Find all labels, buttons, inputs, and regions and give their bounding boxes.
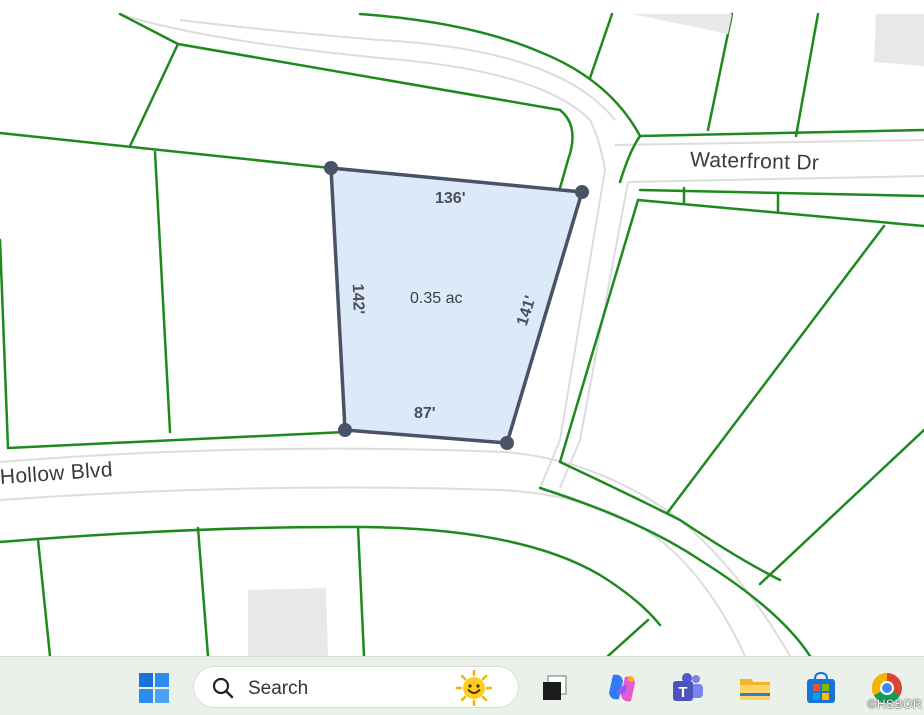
dimension-south: 87' (414, 405, 436, 422)
copilot-icon[interactable] (605, 671, 639, 705)
dimension-west: 142' (348, 283, 367, 315)
microsoft-store-icon[interactable] (804, 671, 838, 705)
dimension-north: 136' (435, 190, 466, 207)
search-icon (212, 677, 234, 704)
weather-sun-icon[interactable] (455, 669, 493, 711)
copyright-watermark: ©HSBOR (867, 697, 922, 711)
teams-icon[interactable]: T (671, 671, 705, 705)
parcel-vertex-sw[interactable] (338, 423, 352, 437)
parcel-vertex-ne[interactable] (575, 185, 589, 199)
task-view-icon[interactable] (538, 671, 572, 705)
svg-text:T: T (678, 684, 687, 701)
file-explorer-icon[interactable] (738, 671, 772, 705)
taskbar: Search T ©HSBOR (0, 656, 924, 715)
road-label-waterfront-dr: Waterfront Dr (689, 148, 820, 175)
parcel-area-label: 0.35 ac (410, 290, 463, 307)
taskbar-search-box[interactable]: Search (193, 666, 519, 708)
windows-start-icon[interactable] (137, 671, 171, 705)
parcel-vertex-se[interactable] (500, 436, 514, 450)
parcel-vertex-nw[interactable] (324, 161, 338, 175)
search-label: Search (248, 678, 309, 699)
map-canvas (0, 12, 924, 656)
parcel-map[interactable]: Waterfront Dr Hollow Blvd 136' 142' 141'… (0, 0, 924, 656)
